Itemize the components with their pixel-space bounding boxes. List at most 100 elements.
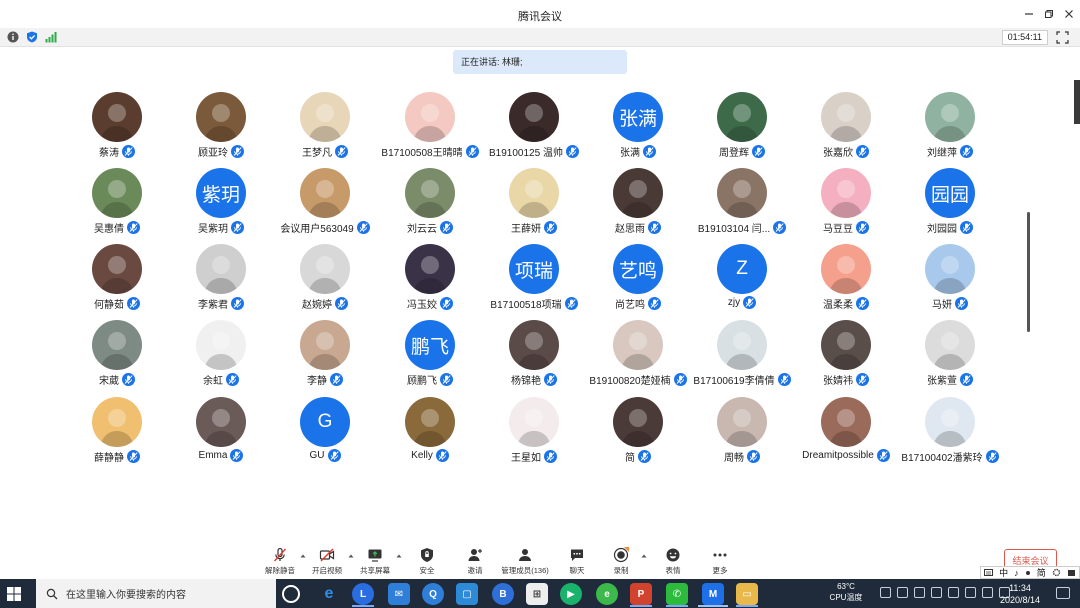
participant-name: 王梦凡 (302, 148, 332, 159)
task-view-icon[interactable] (282, 585, 300, 603)
participant-tile[interactable]: B19100125 温帅 (479, 92, 589, 173)
reactions-button[interactable]: 表情 (650, 547, 696, 577)
search-placeholder: 在这里输入你要搜索的内容 (66, 590, 186, 601)
start-video-button[interactable]: 开启视频 (304, 547, 350, 577)
file-explorer-icon[interactable]: ▭ (736, 583, 758, 605)
windows-taskbar: 在这里输入你要搜索的内容 e L ✉ Q ▢ B ⊞ ▶ e P ✆ M ▭ 6… (0, 579, 1080, 608)
minimize-button[interactable] (1018, 4, 1040, 24)
restore-button[interactable] (1038, 4, 1060, 24)
participant-avatar (821, 168, 871, 218)
participant-name-row: B17100402潘紫玲 (875, 449, 1025, 464)
participant-tile[interactable]: 马妍 (895, 244, 1005, 316)
app-l-icon[interactable]: L (352, 583, 374, 605)
media-player-icon[interactable]: ▶ (560, 583, 582, 605)
cpu-temperature[interactable]: 63°C CPU温度 (826, 581, 866, 603)
mic-muted-icon (985, 450, 999, 463)
participant-tile[interactable]: 张紫萱 (895, 320, 1005, 392)
grid-scrollbar[interactable] (1027, 212, 1030, 332)
signal-icon[interactable] (45, 31, 57, 43)
participant-name: 宋葳 (99, 376, 119, 387)
security-button[interactable]: 安全 (404, 547, 450, 577)
fullscreen-icon[interactable] (1055, 30, 1070, 45)
system-clock[interactable]: 11:34 2020/8/14 (990, 582, 1050, 606)
participant-tile[interactable]: 张满 张满 (583, 92, 693, 173)
participant-name-row: 马妍 (875, 296, 1025, 311)
participant-avatar (300, 168, 350, 218)
participant-avatar (925, 397, 975, 447)
close-button[interactable] (1058, 4, 1080, 24)
participant-avatar (92, 168, 142, 218)
participant-tile[interactable]: 周登辉 (687, 92, 797, 173)
mic-muted-icon (330, 373, 343, 386)
baidu-netdisk-icon[interactable]: B (492, 583, 514, 605)
ime-toolbar[interactable]: 中 ♪ 简 (980, 566, 1080, 579)
shield-icon[interactable] (26, 31, 38, 43)
mic-muted-icon (747, 450, 760, 463)
tray-app-icon[interactable] (914, 587, 925, 598)
ime-mode-chinese[interactable]: 中 (999, 566, 1008, 579)
share-screen-label: 共享屏幕 (360, 566, 390, 575)
wechat-icon[interactable]: ✆ (666, 583, 688, 605)
edge-browser-icon[interactable]: e (318, 583, 340, 605)
reactions-label: 表情 (665, 566, 681, 575)
qq-browser-icon[interactable]: Q (422, 583, 444, 605)
record-button[interactable]: 录制 (598, 547, 644, 577)
mic-muted-icon (122, 373, 135, 386)
participant-tile[interactable]: B17100508王晴晴 (375, 92, 485, 173)
tray-cloud-icon[interactable] (897, 587, 908, 598)
window-app-icon[interactable]: ▢ (456, 583, 478, 605)
tray-wifi-icon[interactable] (965, 587, 976, 598)
running-indicator (352, 605, 374, 607)
unmute-button[interactable]: 解除静音 (257, 547, 303, 577)
side-panel-handle[interactable] (1074, 80, 1080, 124)
participant-tile[interactable]: 顾亚玲 (166, 92, 276, 173)
browser-360-icon[interactable]: e (596, 583, 618, 605)
tencent-meeting-window: 腾讯会议 01:54:11 正在讲话: 林珊; 蔡涛 顾亚玲 王梦凡 B1710050… (0, 0, 1080, 608)
participant-name-row: 刘继萍 (875, 144, 1025, 159)
ime-simplified[interactable]: 简 (1037, 566, 1046, 579)
participant-avatar (613, 168, 663, 218)
participant-name: 杨锦艳 (511, 376, 541, 387)
smile-icon (666, 548, 680, 562)
participant-avatar: 园园 (925, 168, 975, 218)
security-label: 安全 (419, 566, 435, 575)
participant-tile[interactable]: 王梦凡 (270, 92, 380, 173)
powerpoint-icon[interactable]: P (630, 583, 652, 605)
notification-center-icon[interactable] (1056, 587, 1070, 599)
store-icon[interactable]: ⊞ (526, 583, 548, 605)
participant-avatar (925, 244, 975, 294)
taskbar-search-box[interactable]: 在这里输入你要搜索的内容 (36, 579, 276, 608)
participant-tile[interactable]: 刘继萍 (895, 92, 1005, 173)
participant-tile[interactable]: 张嘉欣 (791, 92, 901, 173)
participant-tile[interactable]: 园园 刘园园 (895, 168, 1005, 240)
more-button[interactable]: 更多 (697, 547, 743, 577)
mic-muted-icon (856, 145, 869, 158)
share-screen-button[interactable]: 共享屏幕 (352, 547, 398, 577)
meeting-toolbar: 解除静音 开启视频 共享屏幕 安全 邀请 管理成员(136) 聊天 录制 表情 … (0, 543, 1080, 578)
mic-muted-icon (327, 449, 341, 462)
ime-punct[interactable]: ♪ (1014, 568, 1019, 578)
mail-icon[interactable]: ✉ (388, 583, 410, 605)
tray-security-icon[interactable] (931, 587, 942, 598)
chat-button[interactable]: 聊天 (554, 547, 600, 577)
mic-muted-icon (122, 145, 135, 158)
tencent-meeting-taskbar-icon[interactable]: M (702, 583, 724, 605)
tray-chevron-icon[interactable] (880, 587, 891, 598)
participant-tile[interactable]: B17100402潘紫玲 (895, 397, 1005, 469)
participant-name: 温柔柔 (823, 300, 853, 311)
manage-members-button[interactable]: 管理成员(136) (496, 547, 554, 577)
participant-name: 刘园园 (927, 224, 957, 235)
more-label: 更多 (712, 566, 728, 575)
participant-name: 周畅 (724, 453, 744, 464)
window-title: 腾讯会议 (518, 11, 562, 23)
record-options-caret-icon[interactable] (641, 553, 647, 559)
info-icon[interactable] (7, 31, 19, 43)
share-options-caret-icon[interactable] (396, 553, 402, 559)
participant-name: zjy (727, 297, 741, 308)
windows-start-icon[interactable] (6, 586, 22, 602)
invite-button[interactable]: 邀请 (452, 547, 498, 577)
participant-avatar (821, 320, 871, 370)
tray-battery-icon[interactable] (948, 587, 959, 598)
participant-tile[interactable]: 蔡涛 (62, 92, 172, 173)
mic-muted-icon (643, 145, 656, 158)
